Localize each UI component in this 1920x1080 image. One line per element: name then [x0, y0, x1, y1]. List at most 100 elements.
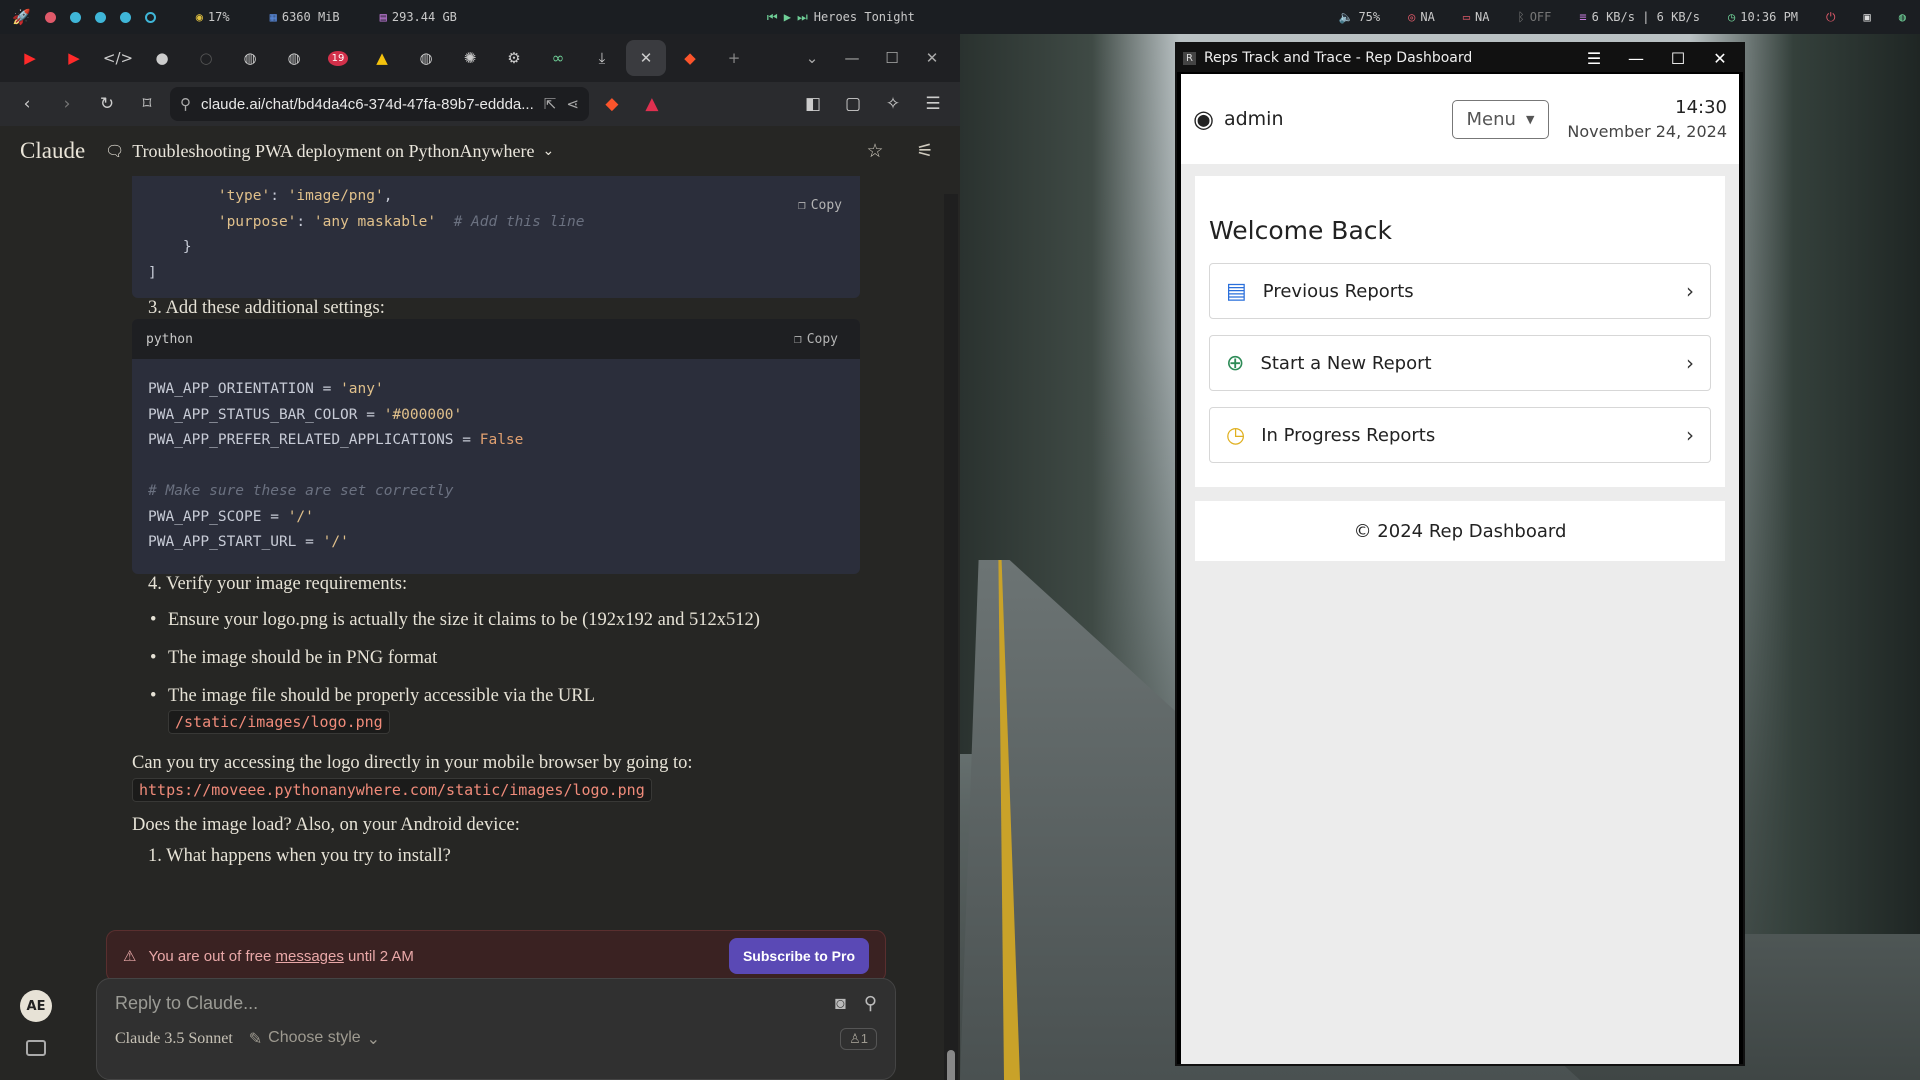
tab-bar: ▶ ▶ </> ● ○ ◍ ◍ 19 ▲ ◍ ✺ ⚙ ∞ ⤓ ✕ ◆ + ⌄ —… — [0, 34, 960, 82]
hamburger-icon: ☰ — [925, 94, 941, 114]
workspace-3-dot[interactable] — [94, 11, 106, 23]
workspace-4-dot[interactable] — [119, 11, 131, 23]
network-indicator-1[interactable]: ◎ NA — [1408, 10, 1435, 24]
attachment-count[interactable]: ♙1 — [840, 1028, 877, 1050]
globe-icon: ◍ — [243, 49, 257, 67]
code-line: PWA_APP_SCOPE = '/' — [148, 508, 314, 525]
back-button[interactable]: ‹ — [10, 87, 44, 121]
in-progress-reports-card[interactable]: ◷ In Progress Reports › — [1209, 407, 1711, 463]
style-selector[interactable]: ✎ Choose style ⌄ — [249, 1029, 380, 1049]
badge-icon: 19 — [327, 50, 349, 66]
power-icon[interactable]: ⏻ — [1826, 10, 1836, 25]
clipboard-icon[interactable]: ▣ — [1864, 10, 1871, 24]
tab-list-button[interactable]: ⌄ — [794, 40, 830, 76]
messages-link[interactable]: messages — [276, 948, 344, 965]
tab-drive[interactable]: ▲ — [362, 40, 402, 76]
user-avatar[interactable]: AE — [20, 990, 52, 1022]
previous-reports-card[interactable]: ▤ Previous Reports › — [1209, 263, 1711, 319]
copy-button[interactable]: ❐ Copy — [790, 194, 850, 217]
code-line: ] — [148, 264, 157, 281]
tab-brave[interactable]: ◆ — [670, 40, 710, 76]
tab-badge[interactable]: 19 — [318, 40, 358, 76]
brave-rewards-button[interactable]: ▲ — [635, 87, 669, 121]
tab-infinity[interactable]: ∞ — [538, 40, 578, 76]
maximize-button[interactable]: ☐ — [1661, 49, 1695, 68]
new-tab-button[interactable]: + — [714, 40, 754, 76]
tab-blank[interactable]: ○ — [186, 40, 226, 76]
media-prev-icon[interactable]: ⏮ — [767, 10, 778, 25]
user-info[interactable]: ◉ admin — [1193, 105, 1452, 133]
window-menu-button[interactable]: ☰ — [1577, 49, 1611, 68]
tray-icon[interactable]: ◍ — [1899, 10, 1906, 24]
chat-settings-button[interactable]: ⚟ — [910, 136, 940, 166]
star-icon: ☆ — [866, 140, 884, 162]
sidebar-button[interactable]: ◧ — [796, 87, 830, 121]
minimize-button[interactable]: — — [1619, 49, 1653, 68]
start-new-report-card[interactable]: ⊕ Start a New Report › — [1209, 335, 1711, 391]
workspace-5-dot[interactable] — [144, 11, 156, 23]
paperclip-icon[interactable]: ⚲ — [864, 993, 877, 1014]
tab-downloads[interactable]: ⤓ — [582, 40, 622, 76]
clock-time: 14:30 — [1675, 97, 1727, 118]
claude-logo[interactable]: Claude — [20, 138, 85, 164]
tab-globe-2[interactable]: ◍ — [274, 40, 314, 76]
net-speed-indicator: ≡ 6 KB/s | 6 KB/s — [1579, 10, 1700, 24]
brave-shield-button[interactable]: ◆ — [595, 87, 629, 121]
username: admin — [1223, 108, 1284, 130]
address-bar[interactable]: ⚲ claude.ai/chat/bd4da4c6-374d-47fa-89b7… — [170, 87, 589, 121]
subscribe-pro-button[interactable]: Subscribe to Pro — [728, 938, 869, 974]
minimize-button[interactable]: — — [834, 40, 870, 76]
bookmark-button[interactable]: ⌑ — [130, 87, 164, 121]
clock-indicator[interactable]: ◷ 10:36 PM — [1728, 10, 1798, 24]
tab-active-claude[interactable]: ✕ — [626, 40, 666, 76]
workspace-2-dot[interactable] — [69, 11, 81, 23]
star-button[interactable]: ☆ — [860, 136, 890, 166]
cpu-indicator: ◉ 17% — [195, 10, 230, 24]
site-settings-icon[interactable]: ⚲ — [180, 95, 191, 113]
network-indicator-2[interactable]: ▭ NA — [1463, 10, 1490, 24]
camera-icon[interactable]: ◙ — [835, 993, 846, 1014]
close-tab-icon[interactable]: ✕ — [640, 49, 653, 67]
main-menu-button[interactable]: ☰ — [916, 87, 950, 121]
limit-text: You are out of free messages until 2 AM — [148, 947, 414, 965]
sidebar-toggle-icon[interactable] — [26, 1040, 46, 1056]
forward-button[interactable]: › — [50, 87, 84, 121]
conversation-title[interactable]: 🗨 Troubleshooting PWA deployment on Pyth… — [105, 141, 840, 162]
battery-icon: ▭ — [1462, 10, 1471, 24]
open-external-icon[interactable]: ⇱ — [544, 95, 557, 113]
tab-settings[interactable]: ⚙ — [494, 40, 534, 76]
launcher-rocket-icon[interactable]: 🚀 — [12, 8, 31, 26]
bluetooth-indicator[interactable]: ᛒ OFF — [1518, 10, 1552, 24]
tab-openai[interactable]: ✺ — [450, 40, 490, 76]
tab-code[interactable]: </> — [98, 40, 138, 76]
code-icon: </> — [102, 49, 134, 67]
model-selector[interactable]: Claude 3.5 Sonnet — [115, 1030, 233, 1048]
maximize-button[interactable]: ☐ — [874, 40, 910, 76]
composer-meta: Claude 3.5 Sonnet ✎ Choose style ⌄ ♙1 — [115, 1028, 877, 1050]
share-icon[interactable]: ⋖ — [566, 95, 579, 113]
tab-globe-3[interactable]: ◍ — [406, 40, 446, 76]
code-line: PWA_APP_PREFER_RELATED_APPLICATIONS = Fa… — [148, 432, 524, 448]
volume-indicator[interactable]: 🔈 75% — [1338, 10, 1380, 24]
step-q1-text: 1. What happens when you try to install? — [148, 845, 451, 866]
tab-globe-1[interactable]: ◍ — [230, 40, 270, 76]
menu-dropdown-button[interactable]: Menu ▼ — [1451, 99, 1550, 139]
sliders-icon: ⚟ — [916, 140, 934, 162]
scrollbar-thumb[interactable] — [947, 1050, 955, 1080]
tab-github[interactable]: ● — [142, 40, 182, 76]
workspace-1-dot[interactable] — [44, 11, 56, 23]
chat-scrollbar[interactable] — [944, 194, 958, 1080]
tab-youtube-1[interactable]: ▶ — [10, 40, 50, 76]
url-text[interactable]: claude.ai/chat/bd4da4c6-374d-47fa-89b7-e… — [201, 96, 534, 113]
tab-youtube-2[interactable]: ▶ — [54, 40, 94, 76]
close-window-button[interactable]: ✕ — [1703, 49, 1737, 68]
media-play-icon[interactable]: ▶ — [784, 10, 791, 24]
reply-input[interactable]: Reply to Claude... ◙ ⚲ — [115, 993, 877, 1014]
media-next-icon[interactable]: ⏭ — [797, 10, 808, 25]
reload-button[interactable]: ↻ — [90, 87, 124, 121]
leo-button[interactable]: ✧ — [876, 87, 910, 121]
wallet-button[interactable]: ▢ — [836, 87, 870, 121]
close-window-button[interactable]: ✕ — [914, 40, 950, 76]
copy-button[interactable]: ❐ Copy — [786, 328, 846, 351]
code-line: PWA_APP_START_URL = '/' — [148, 534, 349, 550]
